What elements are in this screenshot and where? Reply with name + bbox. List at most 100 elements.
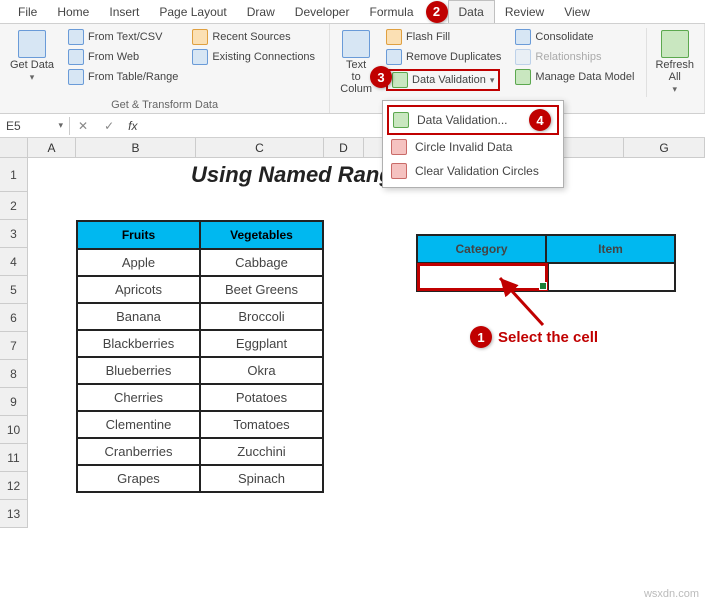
relationships-label: Relationships [535, 51, 601, 63]
file-icon [68, 29, 84, 45]
relationships-button[interactable]: Relationships [513, 48, 636, 66]
cell-veg[interactable]: Okra [200, 357, 323, 384]
existing-connections-button[interactable]: Existing Connections [190, 48, 317, 66]
header-fruits: Fruits [77, 221, 200, 249]
from-text-csv-button[interactable]: From Text/CSV [66, 28, 180, 46]
datamodel-icon [515, 69, 531, 85]
fruits-vegetables-table: Fruits Vegetables AppleCabbage ApricotsB… [76, 220, 324, 493]
menu-clear-circles[interactable]: Clear Validation Circles [383, 159, 563, 183]
col-header-C[interactable]: C [196, 138, 324, 157]
cell-fruit[interactable]: Banana [77, 303, 200, 330]
tab-insert[interactable]: Insert [99, 1, 149, 23]
tab-file[interactable]: File [8, 1, 47, 23]
cell-fruit[interactable]: Blackberries [77, 330, 200, 357]
header-vegetables: Vegetables [200, 221, 323, 249]
cell-fruit[interactable]: Clementine [77, 411, 200, 438]
cell-fruit[interactable]: Blueberries [77, 357, 200, 384]
recent-sources-label: Recent Sources [212, 31, 290, 43]
cell-fruit[interactable]: Cherries [77, 384, 200, 411]
grid-area: 1 2 3 4 5 6 7 8 9 10 11 12 13 Using Name… [0, 158, 705, 528]
row-header[interactable]: 3 [0, 220, 28, 248]
cell-veg[interactable]: Cabbage [200, 249, 323, 276]
menu-data-validation[interactable]: Data Validation... 4 [387, 105, 559, 135]
name-box[interactable]: E5 ▾ [0, 117, 70, 135]
remove-duplicates-label: Remove Duplicates [406, 51, 501, 63]
from-web-button[interactable]: From Web [66, 48, 180, 66]
relationships-icon [515, 49, 531, 65]
cell-veg[interactable]: Tomatoes [200, 411, 323, 438]
cell-veg[interactable]: Spinach [200, 465, 323, 492]
row-header[interactable]: 6 [0, 304, 28, 332]
recent-icon [192, 29, 208, 45]
row-header[interactable]: 12 [0, 472, 28, 500]
select-all-triangle[interactable] [0, 138, 28, 157]
from-table-range-button[interactable]: From Table/Range [66, 68, 180, 86]
cell-veg[interactable]: Potatoes [200, 384, 323, 411]
tab-formulas[interactable]: Formula [359, 1, 423, 23]
cell-fruit[interactable]: Apple [77, 249, 200, 276]
cells-canvas[interactable]: Using Named Range Fruits Vegetables Appl… [28, 158, 705, 528]
cell-fruit[interactable]: Apricots [77, 276, 200, 303]
cell-veg[interactable]: Broccoli [200, 303, 323, 330]
cell-veg[interactable]: Eggplant [200, 330, 323, 357]
tab-pagelayout[interactable]: Page Layout [149, 1, 236, 23]
cell-veg[interactable]: Zucchini [200, 438, 323, 465]
text-to-columns-button[interactable]: Text to Colum [338, 28, 374, 97]
row-header[interactable]: 4 [0, 248, 28, 276]
fx-button[interactable]: fx [122, 119, 143, 133]
column-headers: A B C D E F G [0, 138, 705, 158]
col-header-D[interactable]: D [324, 138, 364, 157]
row-header[interactable]: 7 [0, 332, 28, 360]
menu-circle-invalid[interactable]: Circle Invalid Data [383, 135, 563, 159]
row-header[interactable]: 13 [0, 500, 28, 528]
chevron-down-icon: ▾ [58, 120, 63, 131]
get-data-icon [18, 30, 46, 58]
row-header[interactable]: 5 [0, 276, 28, 304]
row-header[interactable]: 10 [0, 416, 28, 444]
from-table-range-label: From Table/Range [88, 71, 178, 83]
chevron-down-icon: ▾ [30, 72, 35, 83]
tab-developer[interactable]: Developer [285, 1, 360, 23]
row-header[interactable]: 1 [0, 158, 28, 192]
name-box-value: E5 [6, 119, 21, 133]
menu-circle-invalid-label: Circle Invalid Data [415, 140, 512, 154]
row-header[interactable]: 2 [0, 192, 28, 220]
tab-home[interactable]: Home [47, 1, 99, 23]
tab-data[interactable]: Data [448, 0, 495, 23]
row-headers: 1 2 3 4 5 6 7 8 9 10 11 12 13 [0, 158, 28, 528]
cancel-formula-button[interactable]: ✕ [70, 119, 96, 133]
ribbon-body: Get Data ▾ From Text/CSV From Web From T… [0, 24, 705, 114]
tab-view[interactable]: View [554, 1, 600, 23]
cell-veg[interactable]: Beet Greens [200, 276, 323, 303]
group-label-transform: Get & Transform Data [8, 97, 321, 111]
row-header[interactable]: 11 [0, 444, 28, 472]
flash-fill-button[interactable]: Flash Fill [384, 28, 503, 46]
tab-review[interactable]: Review [495, 1, 554, 23]
consolidate-label: Consolidate [535, 31, 593, 43]
header-item: Item [546, 235, 675, 263]
data-validation-split-button[interactable]: 3 Data Validation ▾ [384, 68, 503, 92]
chevron-down-icon: ▾ [490, 75, 495, 86]
col-header-A[interactable]: A [28, 138, 76, 157]
consolidate-button[interactable]: Consolidate [513, 28, 636, 46]
recent-sources-button[interactable]: Recent Sources [190, 28, 317, 46]
cell-fruit[interactable]: Grapes [77, 465, 200, 492]
col-header-B[interactable]: B [76, 138, 196, 157]
manage-data-model-button[interactable]: Manage Data Model [513, 68, 636, 86]
globe-icon [68, 49, 84, 65]
row-header[interactable]: 8 [0, 360, 28, 388]
remove-duplicates-button[interactable]: Remove Duplicates [384, 48, 503, 66]
annotation-badge-3: 3 [370, 66, 392, 88]
tab-draw[interactable]: Draw [237, 1, 285, 23]
col-header-G[interactable]: G [624, 138, 705, 157]
manage-data-model-label: Manage Data Model [535, 71, 634, 83]
refresh-all-button[interactable]: Refresh All ▾ [646, 28, 696, 97]
annotation-badge-4: 4 [529, 109, 551, 131]
annotation-text: Select the cell [498, 329, 598, 346]
from-text-csv-label: From Text/CSV [88, 31, 162, 43]
cell-fruit[interactable]: Cranberries [77, 438, 200, 465]
row-header[interactable]: 9 [0, 388, 28, 416]
accept-formula-button[interactable]: ✓ [96, 119, 122, 133]
get-data-button[interactable]: Get Data ▾ [8, 28, 56, 85]
watermark: wsxdn.com [644, 588, 699, 600]
